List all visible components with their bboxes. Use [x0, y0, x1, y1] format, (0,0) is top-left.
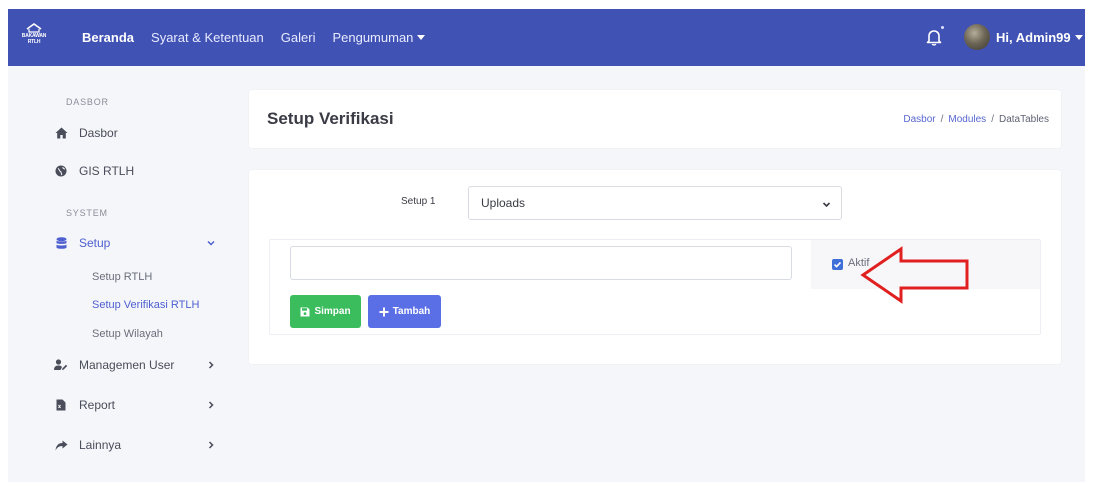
- nav-pengumuman[interactable]: Pengumuman: [332, 30, 426, 45]
- house-icon: [26, 23, 42, 33]
- bell-icon[interactable]: [926, 28, 942, 46]
- sidebar-item-label: Setup: [79, 236, 111, 250]
- setup-label: Setup 1: [401, 196, 436, 207]
- sidebar-item-setup[interactable]: Setup: [54, 233, 224, 253]
- database-icon: [54, 236, 68, 250]
- add-button[interactable]: Tambah: [368, 295, 441, 328]
- sidebar-item-managemen-user[interactable]: Managemen User: [54, 355, 224, 375]
- page-title: Setup Verifikasi: [267, 109, 394, 128]
- file-icon: [54, 398, 68, 412]
- sidebar-item-dasbor[interactable]: Dasbor: [54, 123, 224, 143]
- sidebar-item-lainnya[interactable]: Lainnya: [54, 435, 224, 455]
- chevron-down-icon: [417, 35, 426, 40]
- sidebar-subitem-setup-wilayah[interactable]: Setup Wilayah: [92, 328, 163, 340]
- chevron-down-icon: [1074, 34, 1083, 40]
- sidebar-item-label: Managemen User: [79, 358, 175, 372]
- app-frame: BAKAWAN RTLH Beranda Syarat & Ketentuan …: [8, 9, 1085, 482]
- nav-pengumuman-label: Pengumuman: [332, 30, 414, 45]
- avatar: [964, 24, 990, 50]
- save-button[interactable]: Simpan: [290, 295, 361, 328]
- user-edit-icon: [54, 358, 68, 372]
- add-button-label: Tambah: [392, 306, 431, 317]
- setup-select[interactable]: Uploads: [468, 186, 842, 220]
- sidebar-heading-dasbor: DASBOR: [66, 97, 109, 107]
- sidebar-item-gis-rtlh[interactable]: GIS RTLH: [54, 161, 224, 181]
- setup-select-value: Uploads: [481, 196, 526, 210]
- globe-icon: [54, 164, 68, 178]
- sidebar-item-report[interactable]: Report: [54, 395, 224, 415]
- save-icon: [300, 307, 310, 316]
- plus-icon: [379, 307, 389, 316]
- breadcrumb-modules[interactable]: Modules: [948, 114, 986, 125]
- sidebar-item-label: Dasbor: [79, 126, 118, 140]
- user-greeting: Hi, Admin99: [996, 29, 1071, 45]
- share-icon: [54, 438, 68, 452]
- notification-dot: [941, 26, 944, 29]
- top-navbar: BAKAWAN RTLH Beranda Syarat & Ketentuan …: [8, 9, 1085, 66]
- setup-form-card: Setup 1 Uploads Aktif Simpan Tambah: [249, 170, 1061, 364]
- chevron-right-icon: [208, 401, 214, 409]
- brand-logo[interactable]: BAKAWAN RTLH: [22, 23, 46, 53]
- nav-syarat-ketentuan[interactable]: Syarat & Ketentuan: [151, 30, 264, 45]
- breadcrumb-separator: /: [940, 114, 944, 125]
- aktif-checkbox[interactable]: [832, 259, 843, 270]
- home-icon: [54, 126, 68, 140]
- verification-row-block: Aktif Simpan Tambah: [269, 239, 1041, 335]
- chevron-down-icon: [207, 240, 215, 246]
- breadcrumb-separator: /: [991, 114, 994, 125]
- verification-name-input[interactable]: [290, 246, 792, 280]
- check-icon: [833, 261, 842, 268]
- page-header-card: Setup Verifikasi Dasbor / Modules / Data…: [249, 90, 1061, 148]
- sidebar: DASBOR Dasbor GIS RTLH SYSTEM Setup Setu…: [8, 66, 230, 482]
- nav-beranda[interactable]: Beranda: [82, 30, 134, 45]
- sidebar-item-label: Lainnya: [79, 438, 122, 452]
- sidebar-item-label: Report: [79, 398, 116, 412]
- chevron-right-icon: [208, 361, 214, 369]
- chevron-down-icon: [822, 202, 831, 208]
- user-menu[interactable]: Hi, Admin99: [964, 24, 1083, 50]
- annotation-arrow: [860, 246, 969, 304]
- nav-galeri[interactable]: Galeri: [281, 30, 316, 45]
- breadcrumb-current: DataTables: [998, 114, 1049, 125]
- sidebar-subitem-setup-rtlh[interactable]: Setup RTLH: [92, 271, 152, 283]
- sidebar-heading-system: SYSTEM: [66, 208, 108, 218]
- breadcrumb-dasbor[interactable]: Dasbor: [903, 114, 935, 125]
- brand-sub: RTLH: [27, 39, 41, 45]
- save-button-label: Simpan: [314, 306, 351, 317]
- chevron-right-icon: [208, 441, 214, 449]
- breadcrumb: Dasbor / Modules / DataTables: [903, 114, 1049, 125]
- sidebar-subitem-setup-verifikasi-rtlh[interactable]: Setup Verifikasi RTLH: [92, 299, 199, 311]
- sidebar-item-label: GIS RTLH: [79, 164, 135, 178]
